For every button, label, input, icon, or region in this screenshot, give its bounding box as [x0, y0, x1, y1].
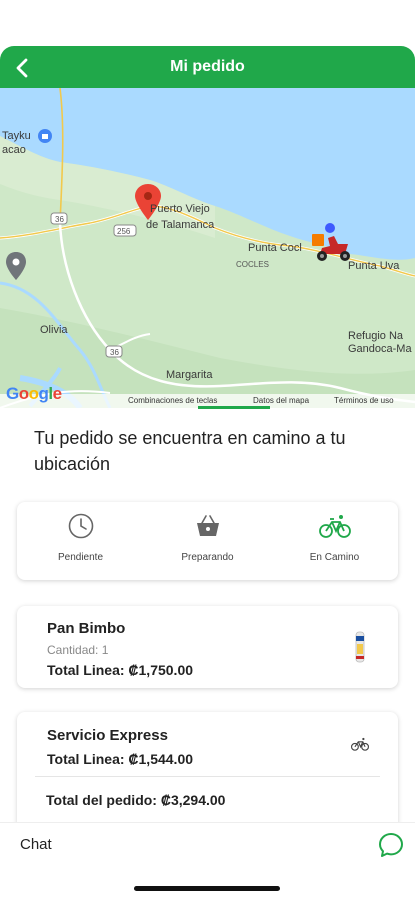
bread-bag-icon [355, 631, 365, 663]
step-preparando[interactable]: Preparando [144, 502, 271, 580]
divider [35, 776, 380, 777]
chat-bubble-icon[interactable] [378, 832, 404, 858]
item-name: Servicio Express [47, 727, 168, 744]
map-loading-indicator [198, 406, 270, 409]
item-line-total: Total Linea: ₡1,750.00 [47, 662, 194, 678]
basket-icon [196, 515, 219, 536]
bicycle-icon [318, 515, 351, 538]
road-label-256: 256 [117, 227, 131, 236]
map-label-punta-uva: Punta Uva [348, 260, 400, 272]
bicycle-icon [351, 737, 369, 751]
terms-link[interactable]: Términos de uso [334, 396, 394, 405]
google-logo: Google [6, 384, 62, 403]
road-label-36b: 36 [110, 348, 119, 357]
map-label-margarita: Margarita [166, 369, 213, 381]
step-en-camino[interactable]: En Camino [271, 502, 398, 580]
road-label-36: 36 [55, 215, 64, 224]
keyboard-shortcuts-link[interactable]: Combinaciones de teclas [128, 396, 217, 405]
app-header: Mi pedido [0, 0, 415, 92]
map-label-cacao: acao [2, 144, 26, 156]
item-quantity: Cantidad: 1 [47, 643, 109, 657]
chat-label: Chat [20, 836, 52, 853]
home-indicator [134, 886, 280, 891]
map-label-tayku: Tayku [2, 130, 31, 142]
order-progress-card: Pendiente Preparando En Camino [17, 502, 398, 580]
map-label-punta-cocles: Punta Cocl [248, 242, 302, 254]
order-item-card[interactable]: Pan Bimbo Cantidad: 1 Total Linea: ₡1,75… [17, 606, 398, 688]
map-label-puerto-viejo-2: de Talamanca [146, 219, 215, 231]
map-canvas [0, 88, 415, 408]
order-total: Total del pedido: ₡3,294.00 [46, 792, 226, 808]
map-label-olivia: Olivia [40, 324, 68, 336]
map-data-link[interactable]: Datos del mapa [253, 396, 309, 405]
map-label-refugio-1: Refugio Na [348, 330, 404, 342]
step-pendiente[interactable]: Pendiente [17, 502, 144, 580]
item-line-total: Total Linea: ₡1,544.00 [47, 751, 194, 767]
page-title: Mi pedido [170, 58, 245, 75]
step-label: En Camino [309, 552, 360, 563]
clock-icon [68, 513, 93, 539]
map-label-puerto-viejo-1: Puerto Viejo [150, 203, 210, 215]
delivery-map[interactable]: Tayku acao Puerto Viejo de Talamanca Pun… [0, 88, 415, 408]
item-name: Pan Bimbo [47, 620, 126, 637]
step-label: Preparando [181, 552, 234, 563]
order-status-message: Tu pedido se encuentra en camino a tu ub… [34, 428, 346, 474]
map-label-cocles: COCLES [236, 260, 269, 269]
step-label: Pendiente [57, 552, 104, 563]
order-item-card[interactable]: Servicio Express Total Linea: ₡1,544.00 … [17, 712, 398, 824]
chat-bar[interactable]: Chat [0, 822, 415, 866]
map-label-refugio-2: Gandoca-Ma [348, 343, 412, 355]
poi-icon [38, 129, 52, 143]
